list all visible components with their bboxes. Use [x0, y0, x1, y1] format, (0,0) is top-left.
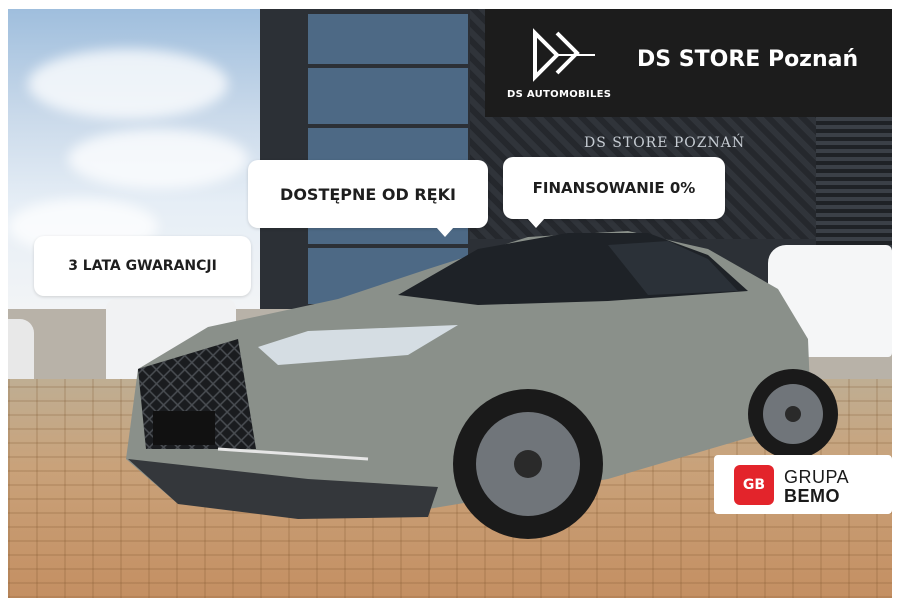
brand-header: DS AUTOMOBILES DS STORE Poznań [485, 9, 892, 117]
warranty-badge: 3 LATA GWARANCJI [34, 236, 251, 296]
financing-label: FINANSOWANIE 0% [532, 179, 696, 197]
availability-label: DOSTĘPNE OD RĘKI [280, 184, 456, 204]
dealer-line2: BEMO [784, 486, 840, 506]
financing-badge: FINANSOWANIE 0% [503, 157, 725, 228]
dealer-logo: GB GRUPA BEMO [714, 455, 892, 514]
ds-logo-icon [533, 28, 595, 82]
gb-mark-icon: GB [734, 465, 774, 505]
warranty-label: 3 LATA GWARANCJI [68, 258, 217, 274]
bubble-tail [436, 227, 454, 237]
brand-subtitle: DS AUTOMOBILES [507, 89, 612, 100]
dealer-line1: GRUPA [784, 467, 850, 487]
bubble-tail [527, 218, 545, 228]
store-name: DS STORE Poznań [637, 47, 859, 72]
availability-badge: DOSTĘPNE OD RĘKI [248, 160, 488, 237]
